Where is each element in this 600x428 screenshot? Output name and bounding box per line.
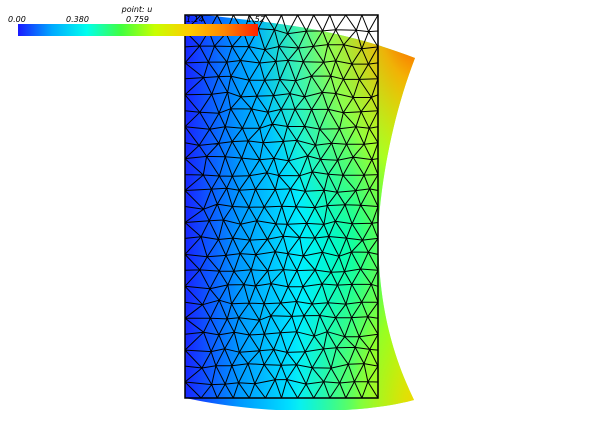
colorbar-tick: 1.14	[186, 15, 204, 24]
colorbar-tick: 0.00	[8, 15, 26, 24]
colorbar-tick: 0.380	[66, 15, 89, 24]
colorbar-tick: 1.52	[247, 15, 265, 24]
colorbar-tick: 0.759	[126, 15, 149, 24]
colorbar-title: point: u	[121, 5, 153, 14]
mesh-viewer[interactable]: point: u 0.00 0.380 0.759 1.14 1.52	[0, 0, 600, 428]
colorbar-gradient	[18, 24, 258, 36]
